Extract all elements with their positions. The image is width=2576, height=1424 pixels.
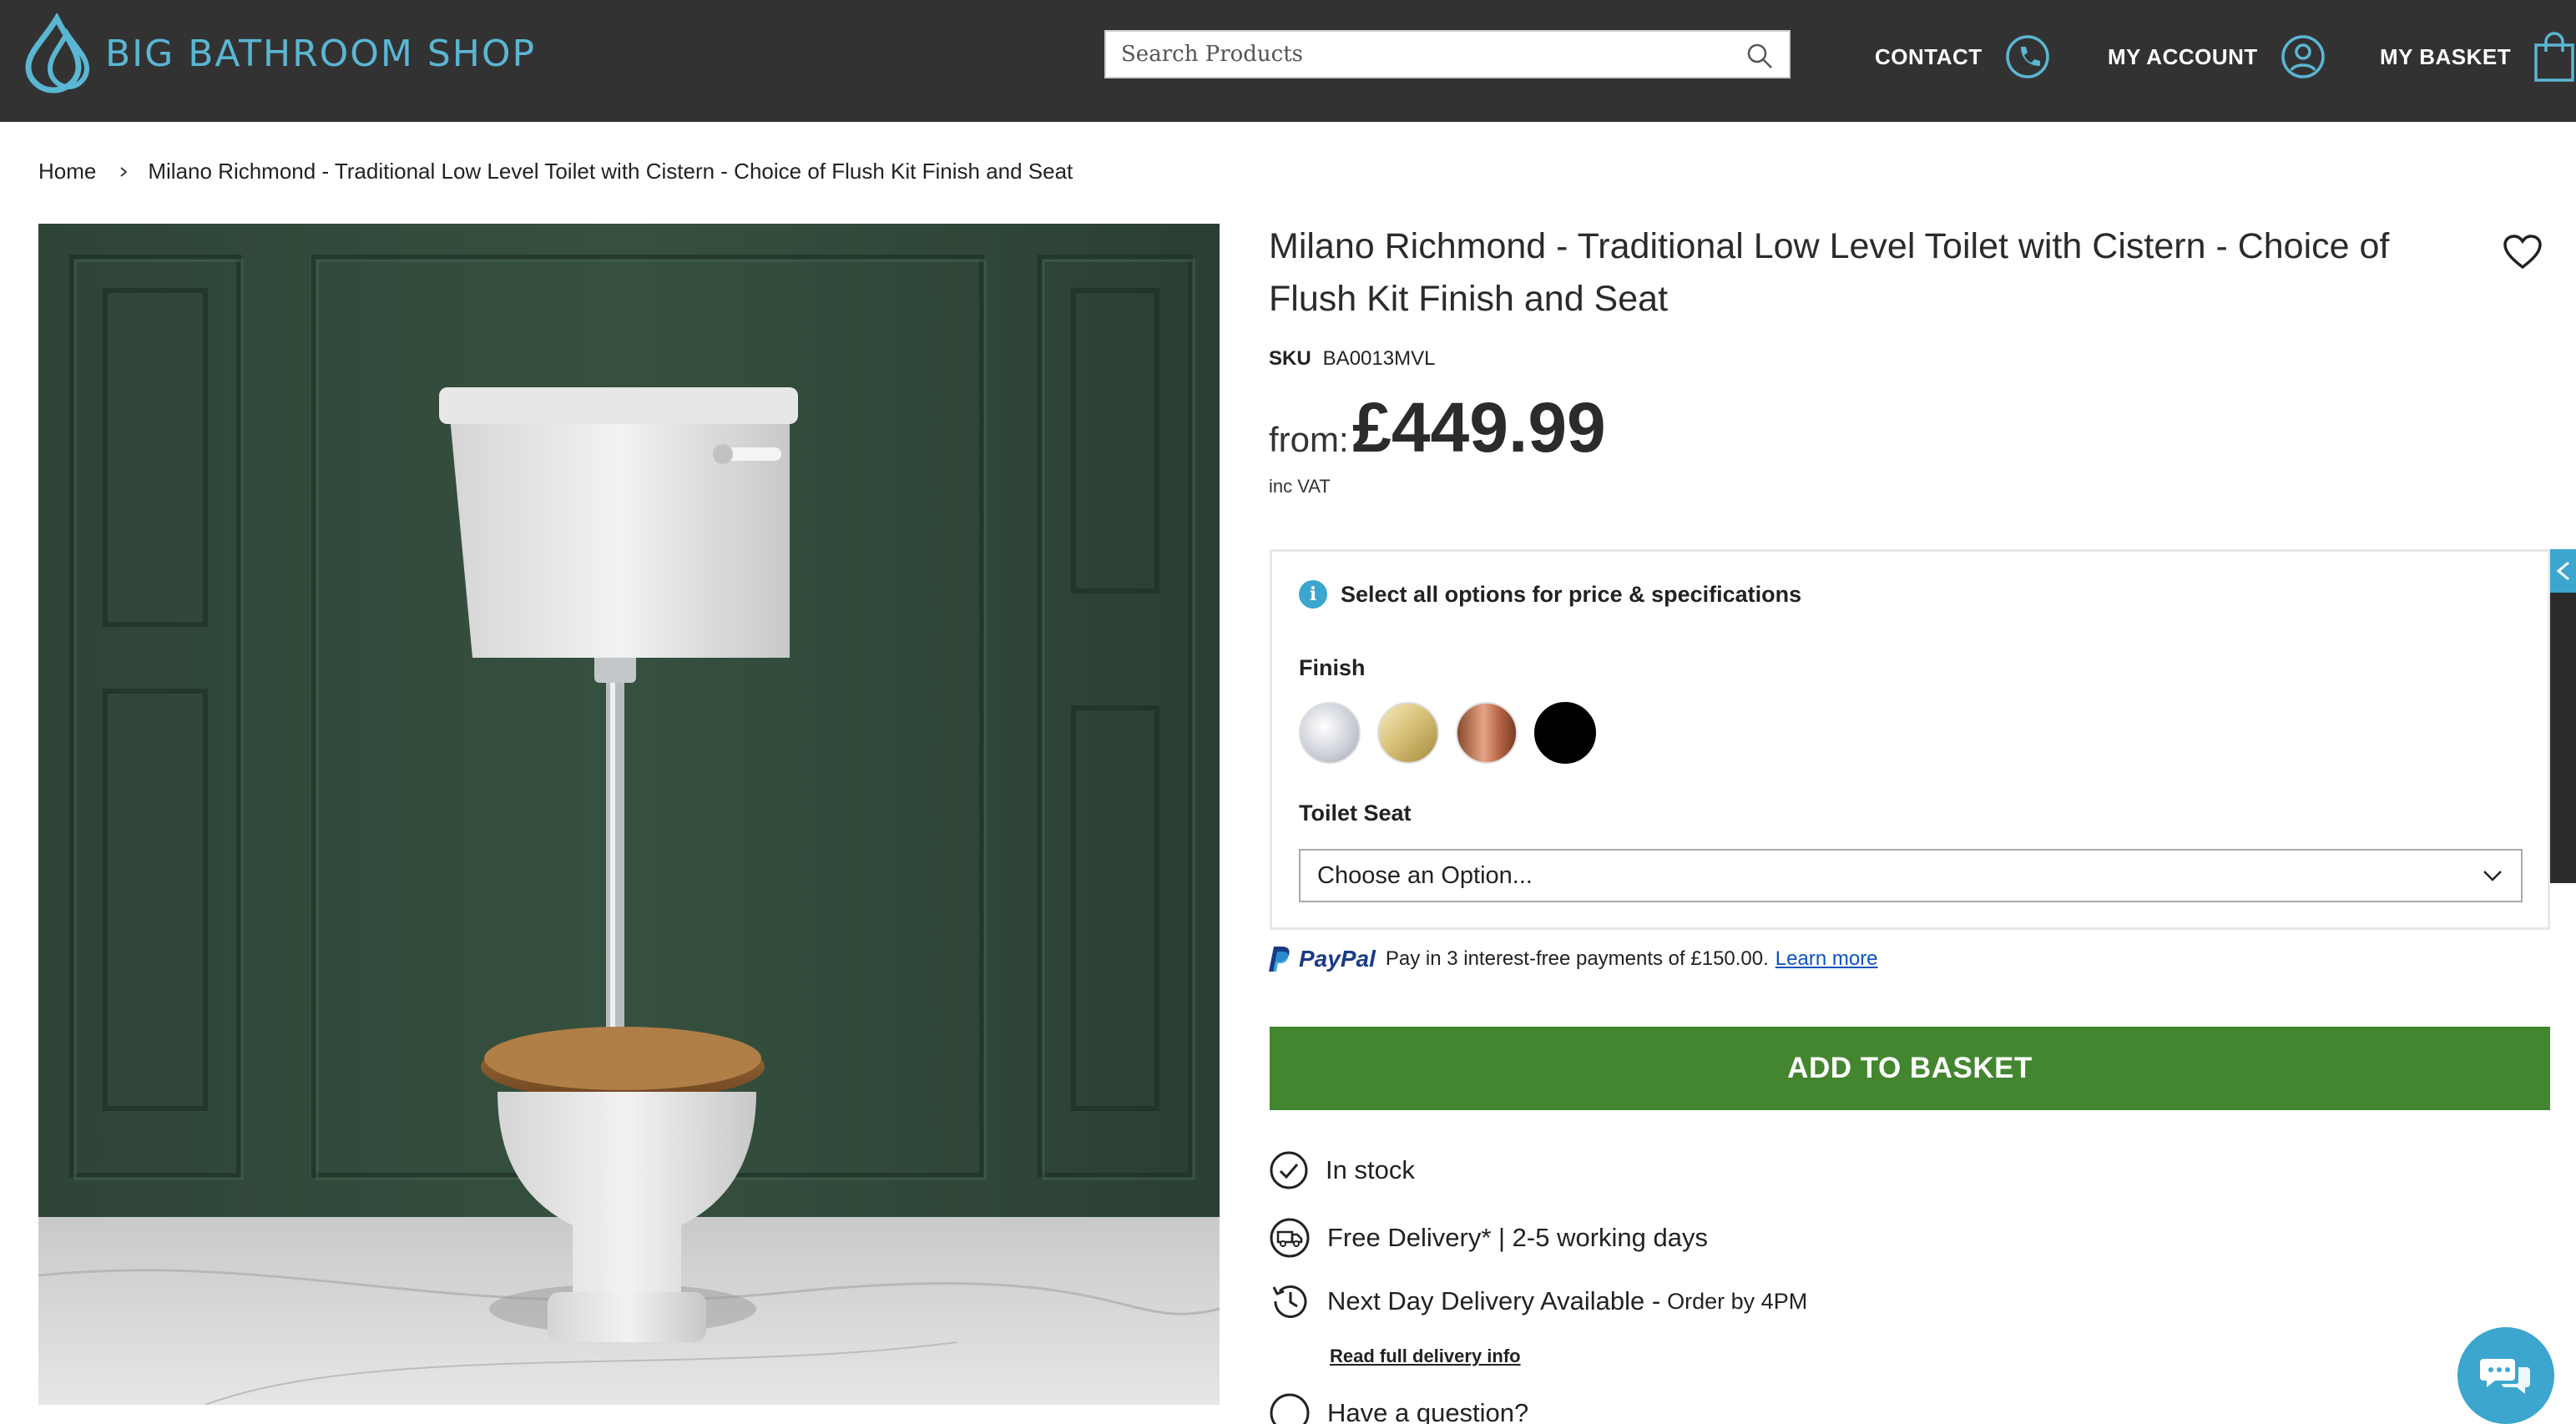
heart-icon[interactable] bbox=[2503, 234, 2543, 270]
breadcrumb: Home Milano Richmond - Traditional Low L… bbox=[38, 159, 1073, 184]
stock-status: In stock bbox=[1269, 1150, 1415, 1190]
chevron-left-icon bbox=[2556, 561, 2569, 581]
chat-bubbles-icon bbox=[2480, 1359, 2530, 1394]
trade-side-tab[interactable] bbox=[2550, 549, 2576, 883]
free-delivery: Free Delivery* | 2-5 working days bbox=[1269, 1217, 1708, 1259]
toilet-photo bbox=[38, 224, 1220, 1405]
swatch-black[interactable] bbox=[1534, 702, 1596, 764]
search-box bbox=[1104, 30, 1791, 78]
account-label: MY ACCOUNT bbox=[2108, 43, 2258, 69]
site-header: BIG BATHROOM SHOP CONTACT MY ACCOUNT bbox=[0, 0, 2576, 122]
clock-history-icon bbox=[1272, 1285, 1307, 1318]
free-delivery-text: Free Delivery* | 2-5 working days bbox=[1327, 1223, 1708, 1252]
logo-text: BIG BATHROOM SHOP bbox=[105, 32, 537, 75]
product-image[interactable] bbox=[38, 224, 1220, 1405]
finish-swatches bbox=[1299, 702, 1613, 764]
price-prefix: from: bbox=[1269, 420, 1349, 459]
paypal-message: PayPal Pay in 3 interest-free payments o… bbox=[1269, 945, 1878, 973]
product-title: Milano Richmond - Traditional Low Level … bbox=[1269, 226, 2390, 319]
info-icon: i bbox=[1299, 580, 1327, 608]
sku-value: BA0013MVL bbox=[1322, 347, 1436, 370]
paypal-logo-icon bbox=[1269, 947, 1290, 972]
my-basket-link[interactable]: MY BASKET bbox=[2380, 30, 2576, 83]
sku-line: SKU BA0013MVL bbox=[1269, 347, 1435, 371]
next-day-text: Next Day Delivery Available - bbox=[1327, 1286, 1661, 1315]
paypal-text: Pay in 3 interest-free payments of £150.… bbox=[1385, 947, 1769, 970]
chat-button[interactable] bbox=[2457, 1327, 2554, 1424]
breadcrumb-current: Milano Richmond - Traditional Low Level … bbox=[148, 159, 1073, 184]
question-text: Have a question? bbox=[1327, 1398, 1529, 1424]
check-circle-icon bbox=[1270, 1151, 1308, 1189]
options-panel: i Select all options for price & specifi… bbox=[1270, 549, 2550, 930]
next-day-delivery: Next Day Delivery Available - Order by 4… bbox=[1269, 1280, 1807, 1322]
paypal-brand: PayPal bbox=[1299, 946, 1376, 972]
contact-link[interactable]: CONTACT bbox=[1875, 30, 2051, 83]
delivery-info-link[interactable]: Read full delivery info bbox=[1330, 1346, 1521, 1367]
phone-icon bbox=[2005, 35, 2049, 78]
finish-label: Finish bbox=[1299, 655, 1366, 680]
options-info-text: Select all options for price & specifica… bbox=[1341, 581, 1802, 607]
swatch-brushed-copper[interactable] bbox=[1456, 702, 1518, 764]
basket-label: MY BASKET bbox=[2380, 43, 2512, 69]
sku-label: SKU bbox=[1269, 347, 1311, 370]
price: from: £449.99 bbox=[1269, 387, 1606, 468]
toilet-seat-label: Toilet Seat bbox=[1299, 800, 1412, 826]
contact-label: CONTACT bbox=[1875, 43, 1983, 69]
breadcrumb-home[interactable]: Home bbox=[38, 159, 96, 184]
product-page: BIG BATHROOM SHOP CONTACT MY ACCOUNT bbox=[0, 0, 2576, 1424]
options-info: i Select all options for price & specifi… bbox=[1299, 580, 1801, 608]
chevron-right-icon bbox=[120, 166, 128, 177]
add-to-basket-button[interactable]: ADD TO BASKET bbox=[1270, 1027, 2550, 1110]
site-logo[interactable]: BIG BATHROOM SHOP bbox=[20, 13, 536, 93]
side-tab-toggle[interactable] bbox=[2550, 549, 2576, 593]
toilet-seat-select[interactable]: Choose an Option... bbox=[1299, 849, 2523, 902]
vat-note: inc VAT bbox=[1269, 476, 1331, 497]
water-drop-logo-icon bbox=[25, 13, 90, 93]
chevron-down-icon bbox=[2483, 871, 2502, 881]
price-amount: £449.99 bbox=[1352, 388, 1606, 467]
delivery-van-icon bbox=[1270, 1218, 1310, 1258]
have-a-question[interactable]: Have a question? bbox=[1269, 1392, 1528, 1424]
swatch-chrome[interactable] bbox=[1299, 702, 1361, 764]
next-day-note: Order by 4PM bbox=[1667, 1288, 1808, 1314]
search-input[interactable] bbox=[1106, 32, 1740, 77]
user-icon bbox=[2281, 35, 2325, 78]
question-circle-icon bbox=[1270, 1393, 1310, 1424]
paypal-learn-more-link[interactable]: Learn more bbox=[1775, 947, 1878, 971]
my-account-link[interactable]: MY ACCOUNT bbox=[2108, 30, 2326, 83]
shopping-bag-icon bbox=[2534, 32, 2574, 82]
swatch-brushed-brass[interactable] bbox=[1377, 702, 1439, 764]
stock-text: In stock bbox=[1326, 1155, 1415, 1184]
toilet-seat-value: Choose an Option... bbox=[1317, 862, 1533, 889]
search-icon[interactable] bbox=[1745, 42, 1774, 70]
